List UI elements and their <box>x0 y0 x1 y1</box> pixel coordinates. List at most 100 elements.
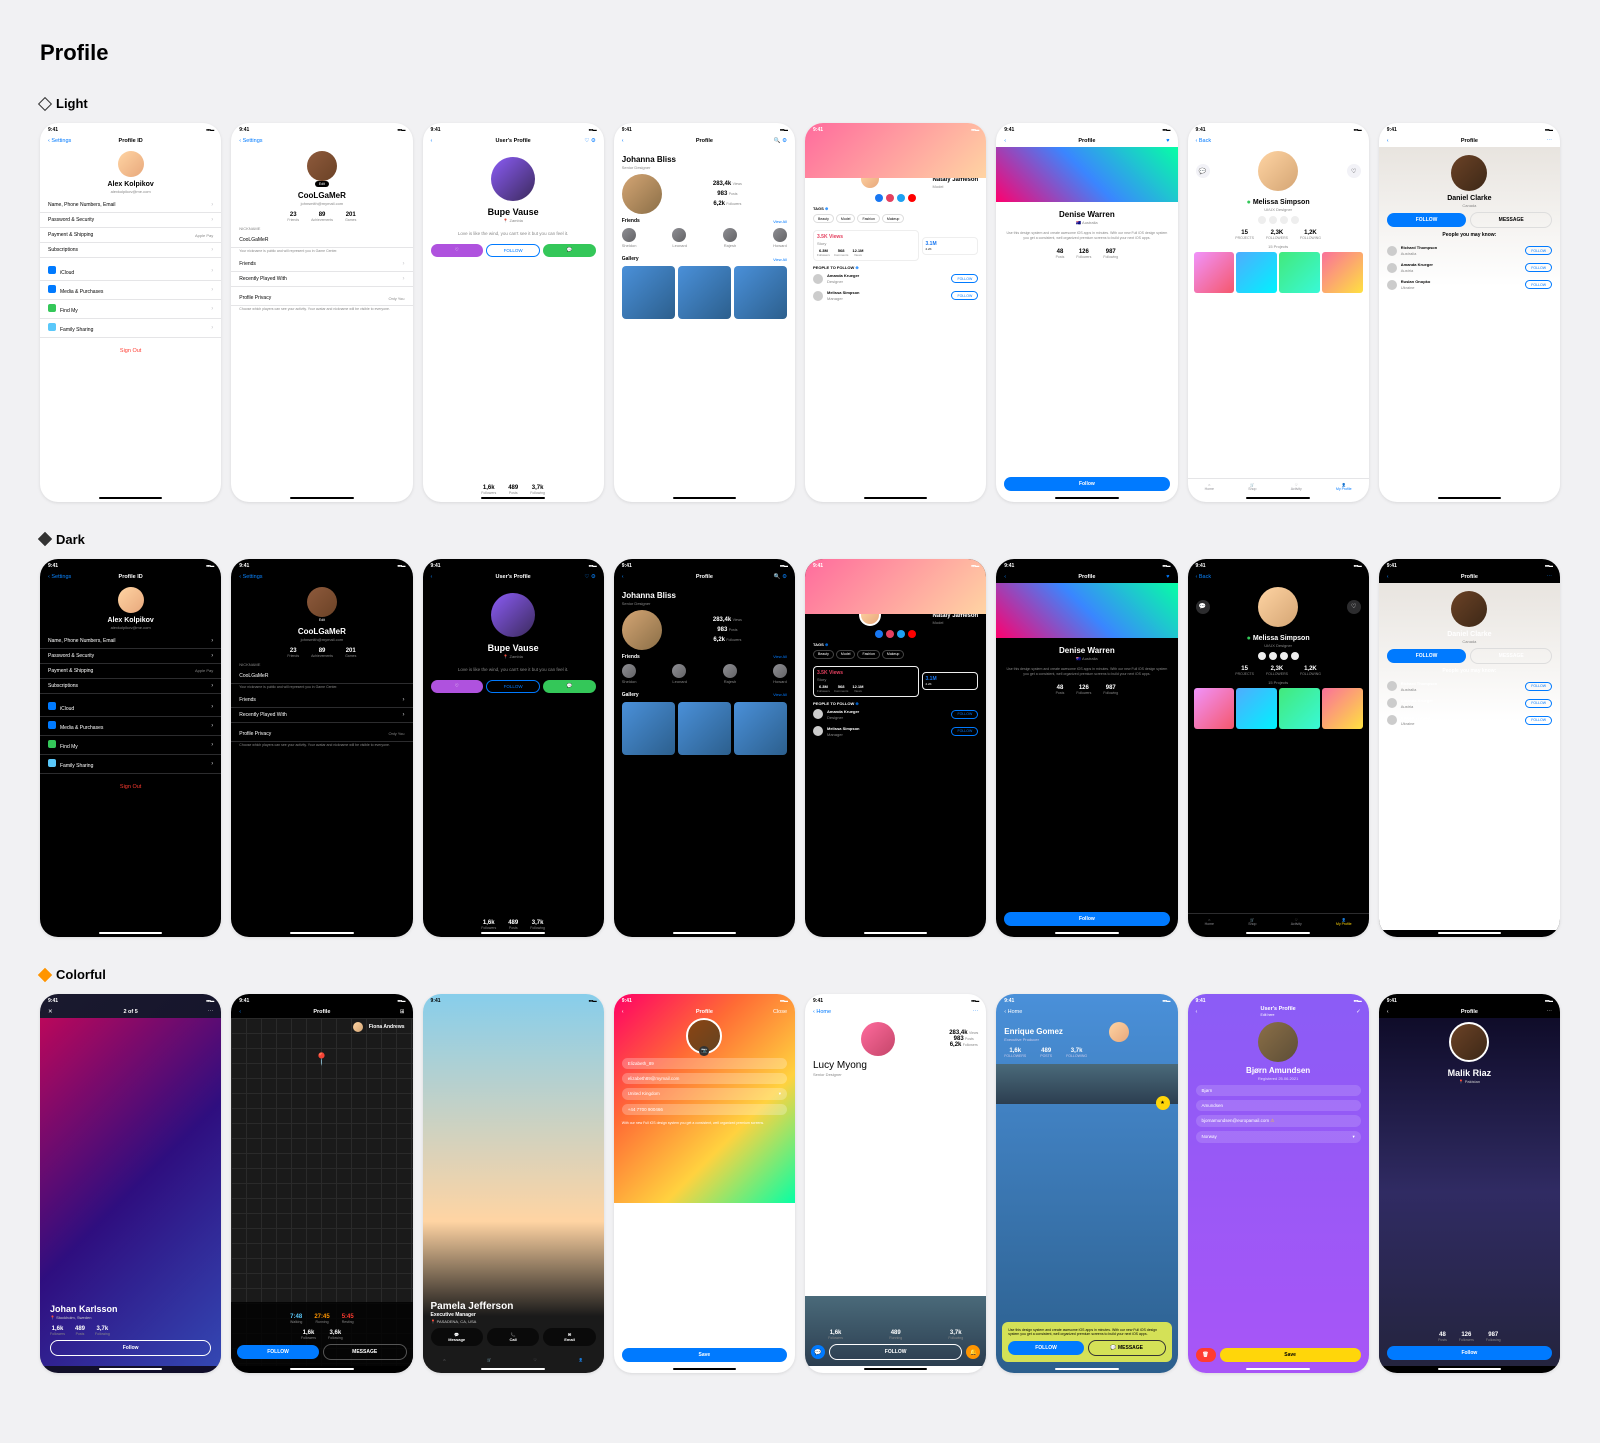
follow-button[interactable]: FOLLOW <box>1525 716 1552 725</box>
email-input[interactable]: elizabeth89@mymail.com <box>622 1073 787 1084</box>
follow-button[interactable]: Follow <box>50 1340 211 1356</box>
settings-item[interactable]: Password & Security› <box>40 649 221 664</box>
view-all-link[interactable]: View All <box>773 219 787 224</box>
more-icon[interactable]: ⋯ <box>208 1009 214 1015</box>
tab-activity[interactable]: ♡Activity <box>1291 918 1302 926</box>
follow-button[interactable]: FOLLOW <box>829 1344 962 1360</box>
check-icon[interactable]: ✓ <box>1356 1009 1361 1015</box>
edit-button[interactable]: Edit <box>315 617 329 623</box>
follow-button[interactable]: FOLLOW <box>1525 280 1552 289</box>
sign-out-button[interactable]: Sign Out <box>40 778 221 796</box>
follow-button[interactable]: FOLLOW <box>1387 649 1467 663</box>
service-item[interactable]: Media & Purchases› <box>40 281 221 300</box>
sign-out-button[interactable]: Sign Out <box>40 342 221 360</box>
more-icon[interactable]: ⋯ <box>1547 138 1553 144</box>
tab-shop[interactable]: 🛒Shop <box>1248 918 1256 926</box>
tab-activity[interactable]: ♡Activity <box>1291 483 1302 491</box>
follow-button[interactable]: FOLLOW <box>1525 246 1552 255</box>
follow-button[interactable]: Follow <box>1387 1346 1552 1360</box>
follow-button[interactable]: FOLLOW <box>237 1345 319 1359</box>
follow-button[interactable]: FOLLOW <box>951 727 978 736</box>
phone-input[interactable]: +44 7700 900466 <box>622 1104 787 1115</box>
service-item[interactable]: Family Sharing› <box>40 755 221 774</box>
settings-icon[interactable]: 🔍 ⚙ <box>774 138 787 144</box>
back-button[interactable]: ‹ <box>1387 138 1389 144</box>
service-item[interactable]: iCloud› <box>40 698 221 717</box>
service-item[interactable]: Family Sharing› <box>40 319 221 338</box>
message-button[interactable]: 💬Message <box>431 1328 483 1346</box>
save-button[interactable]: Save <box>1220 1348 1361 1362</box>
tab-home[interactable]: ⌂Home <box>1205 918 1214 926</box>
settings-item[interactable]: Subscriptions› <box>40 243 221 258</box>
follow-button[interactable]: FOLLOW <box>1387 213 1467 227</box>
tab-home[interactable]: ⌂ <box>443 1358 445 1362</box>
recent-item[interactable]: Recently Played With› <box>231 272 412 287</box>
privacy-item[interactable]: Profile PrivacyOnly You <box>231 727 412 742</box>
message-button[interactable]: MESSAGE <box>323 1344 407 1360</box>
heart-icon[interactable]: ♥ <box>1166 138 1169 144</box>
back-button[interactable]: ‹ <box>1387 1009 1389 1015</box>
camera-icon[interactable]: 📷 <box>699 1046 709 1056</box>
delete-button[interactable]: 🗑 <box>1196 1348 1216 1362</box>
close-icon[interactable]: ✕ <box>48 1009 53 1015</box>
email-button[interactable]: ✉Email <box>543 1328 595 1346</box>
back-button[interactable]: ‹ <box>431 574 433 580</box>
message-button[interactable]: 💬 MESSAGE <box>1088 1340 1166 1356</box>
follow-button[interactable]: FOLLOW <box>486 244 540 257</box>
star-icon[interactable]: ★ <box>1156 1096 1170 1110</box>
friends-item[interactable]: Friends› <box>231 257 412 272</box>
follow-button[interactable]: FOLLOW <box>486 680 540 693</box>
follow-button[interactable]: FOLLOW <box>1525 263 1552 272</box>
heart-button[interactable]: ♡ <box>431 244 483 257</box>
settings-item[interactable]: Payment & ShippingApple Pay <box>40 228 221 243</box>
back-button[interactable]: ‹ <box>239 1009 241 1015</box>
message-button[interactable]: MESSAGE <box>1470 648 1552 664</box>
back-button[interactable]: ‹ <box>622 138 624 144</box>
call-button[interactable]: 📞Call <box>487 1328 539 1346</box>
follow-button[interactable]: FOLLOW <box>1525 682 1552 691</box>
save-button[interactable]: Save <box>622 1348 787 1362</box>
back-button[interactable]: ‹ Back <box>1196 574 1212 580</box>
settings-item[interactable]: Name, Phone Numbers, Email› <box>40 198 221 213</box>
tab-home[interactable]: ⌂Home <box>1205 483 1214 491</box>
back-button[interactable]: ‹ <box>622 1009 624 1015</box>
heart-button[interactable]: ♡ <box>431 680 483 693</box>
heart-icon[interactable]: ♡ <box>1347 164 1361 178</box>
follow-button[interactable]: FOLLOW <box>951 291 978 300</box>
service-item[interactable]: iCloud› <box>40 262 221 281</box>
heart-icon[interactable]: ♥ <box>1166 574 1169 580</box>
username-input[interactable]: Elizabeth_89 <box>622 1058 787 1069</box>
more-icon[interactable]: ⋯ <box>973 1009 979 1015</box>
back-button[interactable]: ‹ Back <box>1196 138 1212 144</box>
view-all-link[interactable]: View All <box>773 257 787 262</box>
follow-button[interactable]: FOLLOW <box>951 710 978 719</box>
chat-icon[interactable]: 💬 <box>1196 600 1210 614</box>
view-all-link[interactable]: View All <box>773 692 787 697</box>
lastname-input[interactable]: Amundsen <box>1196 1100 1361 1111</box>
back-button[interactable]: ‹ Settings <box>239 138 262 144</box>
tab-shop[interactable]: 🛒Shop <box>1248 483 1256 491</box>
back-button[interactable]: ‹ Settings <box>239 574 262 580</box>
recent-item[interactable]: Recently Played With› <box>231 708 412 723</box>
heart-icon[interactable]: ♡ ⚙ <box>584 574 595 580</box>
tab-activity[interactable]: ♡ <box>534 1358 537 1362</box>
chat-icon[interactable]: 💬 <box>811 1345 825 1359</box>
email-input[interactable]: bjornamundsen@europamail.com ⚠ <box>1196 1115 1361 1127</box>
settings-item[interactable]: Password & Security› <box>40 213 221 228</box>
close-button[interactable]: Close <box>773 1009 787 1015</box>
message-button[interactable]: MESSAGE <box>1470 212 1552 228</box>
privacy-item[interactable]: Profile PrivacyOnly You <box>231 291 412 306</box>
friends-item[interactable]: Friends› <box>231 693 412 708</box>
service-item[interactable]: Media & Purchases› <box>40 717 221 736</box>
back-button[interactable]: ‹ <box>1004 574 1006 580</box>
country-input[interactable]: Norway ▾ <box>1196 1131 1361 1143</box>
chat-button[interactable]: 💬 <box>543 680 595 693</box>
follow-button[interactable]: FOLLOW <box>1008 1341 1084 1355</box>
view-all-link[interactable]: View All <box>773 654 787 659</box>
heart-icon[interactable]: ♡ <box>1347 600 1361 614</box>
more-icon[interactable]: ⋯ <box>1547 574 1553 580</box>
chat-button[interactable]: 💬 <box>543 244 595 257</box>
bell-icon[interactable]: 🔔 <box>966 1345 980 1359</box>
chat-icon[interactable]: 💬 <box>1196 164 1210 178</box>
follow-button[interactable]: FOLLOW <box>951 274 978 283</box>
